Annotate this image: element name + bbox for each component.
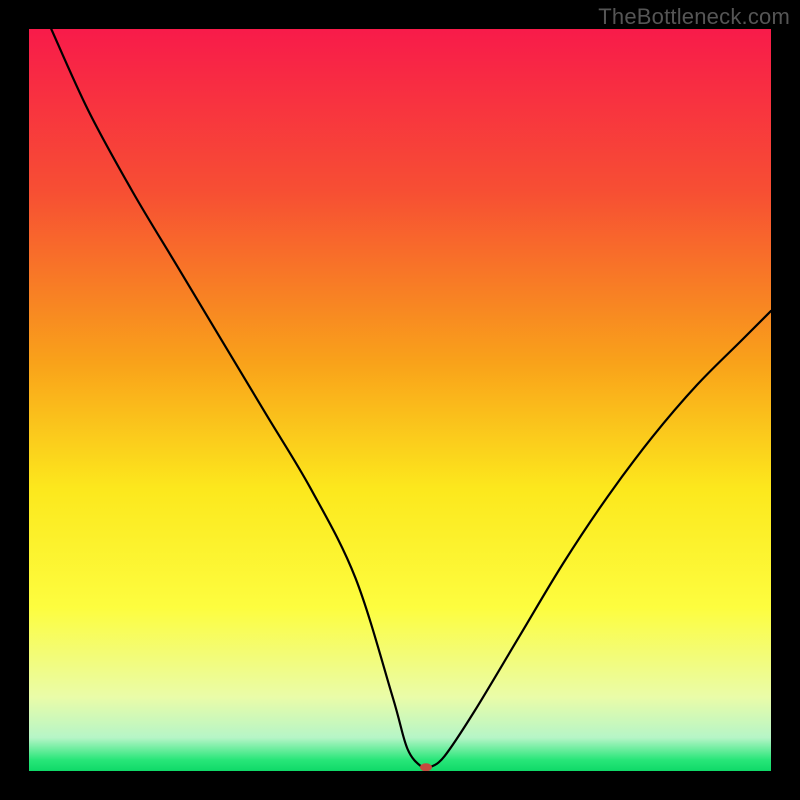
plot-background — [29, 29, 771, 771]
chart-frame: TheBottleneck.com — [0, 0, 800, 800]
bottleneck-plot — [29, 29, 771, 771]
optimum-marker — [420, 763, 432, 771]
watermark-label: TheBottleneck.com — [598, 4, 790, 30]
